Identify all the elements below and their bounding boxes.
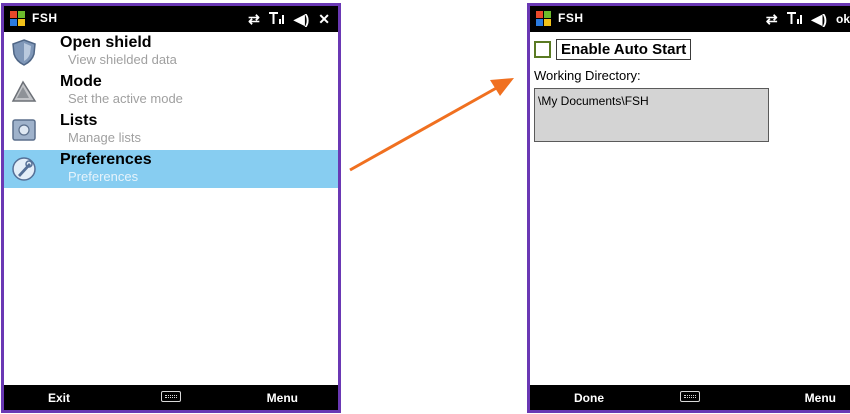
auto-start-option[interactable]: Enable Auto Start <box>534 39 692 60</box>
app-title: FSH <box>32 11 58 25</box>
start-icon[interactable] <box>536 11 552 27</box>
menu-item-open-shield[interactable]: Open shield View shielded data <box>4 33 338 71</box>
sync-icon[interactable]: ⇄ <box>248 10 260 28</box>
menu-softkey[interactable]: Menu <box>805 391 836 405</box>
keyboard-icon[interactable] <box>680 391 700 402</box>
preferences-icon <box>12 157 36 181</box>
start-icon[interactable] <box>10 11 26 27</box>
close-icon[interactable]: ✕ <box>318 10 330 28</box>
softkey-bar: Exit Menu <box>4 385 338 410</box>
transition-arrow <box>349 78 514 172</box>
auto-start-checkbox[interactable] <box>534 41 551 58</box>
keyboard-icon[interactable] <box>161 391 181 402</box>
volume-icon[interactable]: ◀) <box>294 10 309 28</box>
status-area: ⇄ ◀) ✕ <box>248 10 330 28</box>
menu-softkey[interactable]: Menu <box>267 391 298 405</box>
status-area: ⇄ ◀) ok <box>766 10 850 28</box>
signal-icon[interactable] <box>786 10 803 28</box>
exit-softkey[interactable]: Exit <box>48 391 70 405</box>
signal-icon[interactable] <box>268 10 285 28</box>
menu-item-subtitle: View shielded data <box>68 52 177 67</box>
sync-icon[interactable]: ⇄ <box>766 10 778 28</box>
menu-item-title: Preferences <box>60 151 152 168</box>
menu-item-preferences[interactable]: Preferences Preferences <box>4 150 338 188</box>
menu-item-title: Mode <box>60 73 102 90</box>
menu-item-title: Lists <box>60 112 98 129</box>
volume-icon[interactable]: ◀) <box>812 10 827 28</box>
mode-icon <box>11 80 37 102</box>
done-softkey[interactable]: Done <box>574 391 604 405</box>
softkey-bar: Done Menu <box>530 385 850 410</box>
preferences-screen: FSH ⇄ ◀) ok Enable Auto Start Working Di… <box>527 3 850 413</box>
title-bar: FSH ⇄ ◀) ok <box>530 6 850 32</box>
ok-button[interactable]: ok <box>836 10 850 28</box>
shield-icon <box>12 39 36 66</box>
menu-item-subtitle: Preferences <box>68 169 139 184</box>
menu-item-title: Open shield <box>60 34 152 51</box>
working-directory-label: Working Directory: <box>534 68 641 83</box>
menu-item-lists[interactable]: Lists Manage lists <box>4 111 338 149</box>
menu-item-subtitle: Set the active mode <box>68 91 183 106</box>
menu-item-subtitle: Manage lists <box>68 130 141 145</box>
title-bar: FSH ⇄ ◀) ✕ <box>4 6 338 32</box>
lists-icon <box>12 119 36 141</box>
app-title: FSH <box>558 11 584 25</box>
menu-item-mode[interactable]: Mode Set the active mode <box>4 72 338 110</box>
auto-start-label[interactable]: Enable Auto Start <box>556 39 692 60</box>
working-directory-field[interactable]: \My Documents\FSH <box>534 88 769 142</box>
main-menu-screen: FSH ⇄ ◀) ✕ Open shield View shielded dat… <box>1 3 341 413</box>
